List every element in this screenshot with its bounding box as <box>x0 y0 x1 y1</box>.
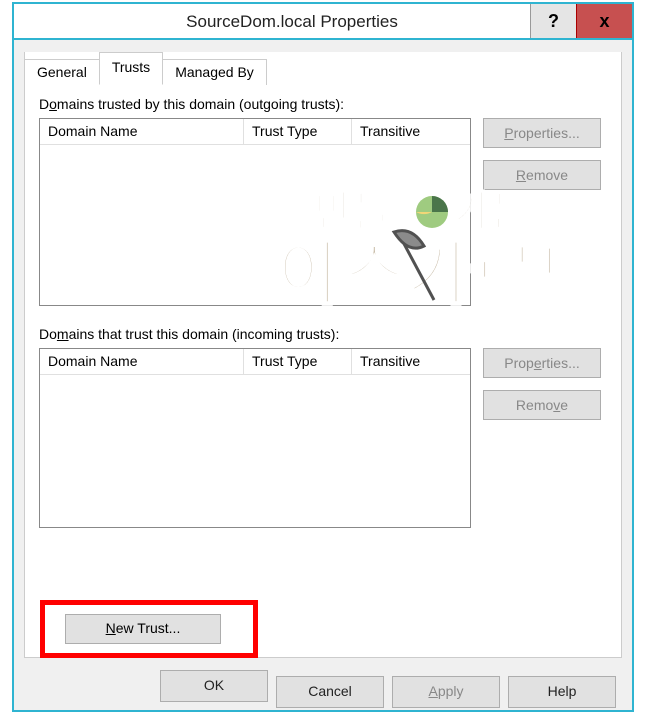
col-domain-name[interactable]: Domain Name <box>40 119 244 144</box>
window-title: SourceDom.local Properties <box>14 4 530 38</box>
new-trust-button[interactable]: New Trust... <box>65 614 221 644</box>
outgoing-trusts-list[interactable]: Domain Name Trust Type Transitive <box>39 118 471 306</box>
outgoing-properties-button: Properties... <box>483 118 601 148</box>
ok-button[interactable]: OK <box>160 670 268 702</box>
outgoing-remove-button: Remove <box>483 160 601 190</box>
properties-window: SourceDom.local Properties ? x General T… <box>12 2 634 712</box>
outgoing-trusts-label: Domains trusted by this domain (outgoing… <box>39 96 607 112</box>
tab-panel-trusts: Domains trusted by this domain (outgoing… <box>24 52 622 658</box>
col-transitive[interactable]: Transitive <box>352 349 470 374</box>
help-button[interactable]: Help <box>508 676 616 708</box>
outgoing-column-headers: Domain Name Trust Type Transitive <box>40 119 470 145</box>
dialog-button-bar: OK Cancel Apply Help <box>14 662 632 710</box>
titlebar-close-button[interactable]: x <box>576 4 632 38</box>
tab-general[interactable]: General <box>24 59 100 85</box>
cancel-button[interactable]: Cancel <box>276 676 384 708</box>
incoming-properties-button: Properties... <box>483 348 601 378</box>
incoming-trusts-label: Domains that trust this domain (incoming… <box>39 326 607 342</box>
col-domain-name[interactable]: Domain Name <box>40 349 244 374</box>
titlebar: SourceDom.local Properties ? x <box>14 4 632 40</box>
incoming-column-headers: Domain Name Trust Type Transitive <box>40 349 470 375</box>
incoming-remove-button: Remove <box>483 390 601 420</box>
apply-button: Apply <box>392 676 500 708</box>
tab-strip: General Trusts Managed By <box>24 52 266 85</box>
col-trust-type[interactable]: Trust Type <box>244 349 352 374</box>
col-transitive[interactable]: Transitive <box>352 119 470 144</box>
tab-managed-by[interactable]: Managed By <box>162 59 267 85</box>
incoming-trusts-list[interactable]: Domain Name Trust Type Transitive <box>39 348 471 528</box>
titlebar-help-button[interactable]: ? <box>530 4 576 38</box>
col-trust-type[interactable]: Trust Type <box>244 119 352 144</box>
tab-trusts[interactable]: Trusts <box>99 52 163 85</box>
